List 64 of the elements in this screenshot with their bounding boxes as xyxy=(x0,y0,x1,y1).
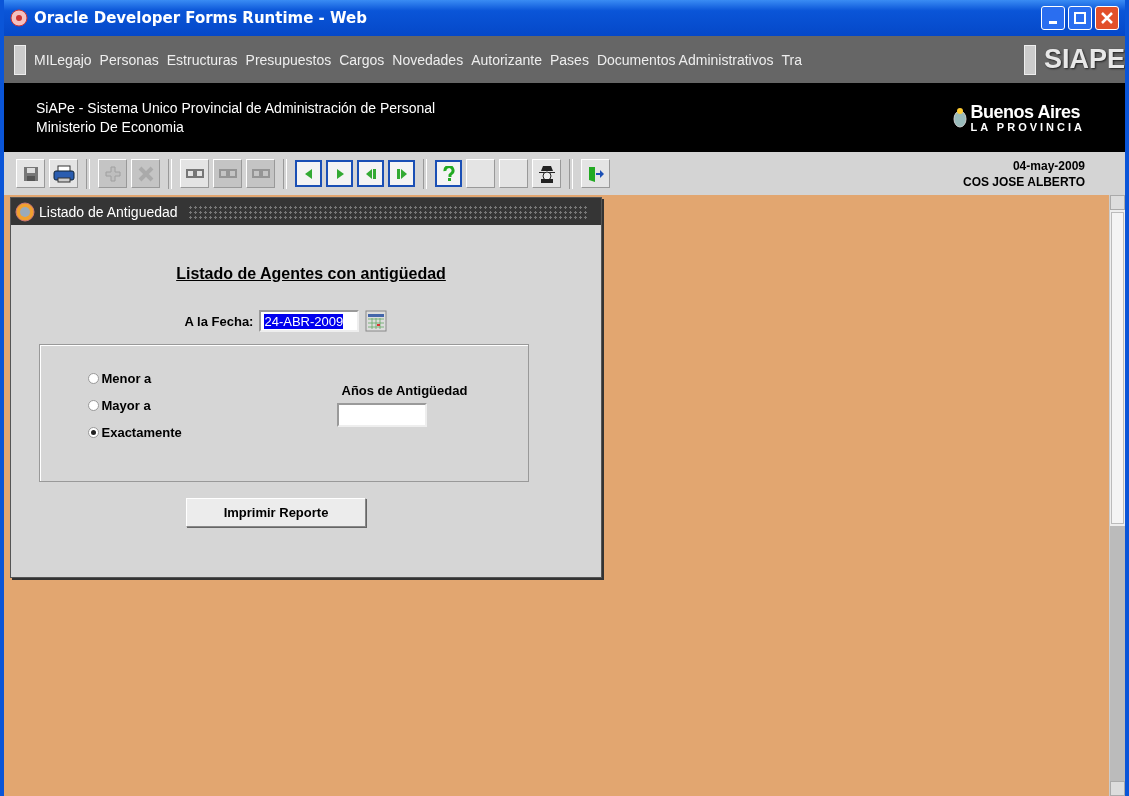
linked-boxes-icon xyxy=(218,167,237,180)
maximize-icon xyxy=(1074,12,1086,24)
current-date: 04-may-2009 xyxy=(1011,157,1085,174)
brand-logo: SIAPE xyxy=(1044,44,1125,75)
right-triangle-bar-icon xyxy=(394,166,409,181)
menu-item[interactable]: Cargos xyxy=(339,51,385,68)
print-button[interactable] xyxy=(49,159,78,188)
menu-item[interactable]: Autorizante xyxy=(471,51,542,68)
system-name: SiAPe - Sistema Unico Provincial de Administración de Personal xyxy=(36,98,437,118)
next-button[interactable] xyxy=(326,160,353,187)
logo-subtitle: LA PROVINCIA xyxy=(970,120,1085,133)
vertical-scrollbar[interactable] xyxy=(1109,195,1125,796)
scroll-left-button[interactable] xyxy=(14,44,26,75)
close-button[interactable] xyxy=(1095,6,1119,30)
minimize-button[interactable] xyxy=(1041,6,1065,30)
hat-figure-icon xyxy=(537,164,556,183)
form-heading: Listado de Agentes con antigüedad xyxy=(176,265,446,283)
years-label: Años de Antigüedad xyxy=(341,383,468,398)
menu-item[interactable]: Presupuestos xyxy=(245,51,332,68)
menu-item[interactable]: Novedades xyxy=(392,51,464,68)
print-report-button[interactable]: Imprimir Reporte xyxy=(186,498,366,527)
ministry-name: Ministerio De Economia xyxy=(36,117,185,137)
previous-button[interactable] xyxy=(295,160,322,187)
coat-of-arms-icon xyxy=(952,106,967,129)
maximize-button[interactable] xyxy=(1068,6,1092,30)
radio-option[interactable]: Menor a xyxy=(87,371,152,386)
date-field[interactable]: 24-ABR-2009 xyxy=(259,310,360,332)
help-icon xyxy=(441,165,456,182)
menu-item[interactable]: MILegajo xyxy=(34,51,92,68)
last-button[interactable] xyxy=(388,160,415,187)
menu-item[interactable]: Documentos Administrativos xyxy=(596,51,774,68)
menu-item[interactable]: Tra xyxy=(781,51,802,68)
radio-option[interactable]: Exactamente xyxy=(87,425,182,440)
scroll-right-button[interactable] xyxy=(1024,44,1036,75)
logo-title: Buenos Aires xyxy=(970,102,1081,121)
exit-button[interactable] xyxy=(581,159,610,188)
plus-icon xyxy=(104,165,121,182)
radio-button[interactable] xyxy=(87,400,99,411)
x-mark-icon xyxy=(137,165,154,182)
radio-button[interactable] xyxy=(87,427,99,438)
calendar-icon[interactable] xyxy=(365,310,388,332)
radio-button[interactable] xyxy=(87,373,99,384)
user-name: COS JOSE ALBERTO xyxy=(962,173,1085,190)
minimize-icon xyxy=(1049,20,1057,24)
door-exit-icon xyxy=(586,164,605,183)
record-button[interactable] xyxy=(180,159,209,188)
toolbar-button[interactable] xyxy=(532,159,561,188)
help-button[interactable] xyxy=(435,160,462,187)
printer-icon xyxy=(52,164,75,183)
linked-boxes-icon xyxy=(185,167,204,180)
form-icon xyxy=(15,201,35,222)
save-button[interactable] xyxy=(16,159,45,188)
app-icon xyxy=(10,9,28,27)
linked-boxes-icon xyxy=(251,167,270,180)
close-icon xyxy=(1101,12,1113,24)
first-button[interactable] xyxy=(357,160,384,187)
menu-item[interactable]: Estructuras xyxy=(166,51,238,68)
form-title: Listado de Antiguedad xyxy=(39,203,178,220)
menu-item[interactable]: Pases xyxy=(549,51,589,68)
date-label: A la Fecha: xyxy=(184,313,254,329)
window-title: Oracle Developer Forms Runtime - Web xyxy=(34,9,368,27)
menu-item[interactable]: Personas xyxy=(99,51,159,68)
radio-option[interactable]: Mayor a xyxy=(87,398,151,413)
years-field[interactable] xyxy=(336,403,427,427)
